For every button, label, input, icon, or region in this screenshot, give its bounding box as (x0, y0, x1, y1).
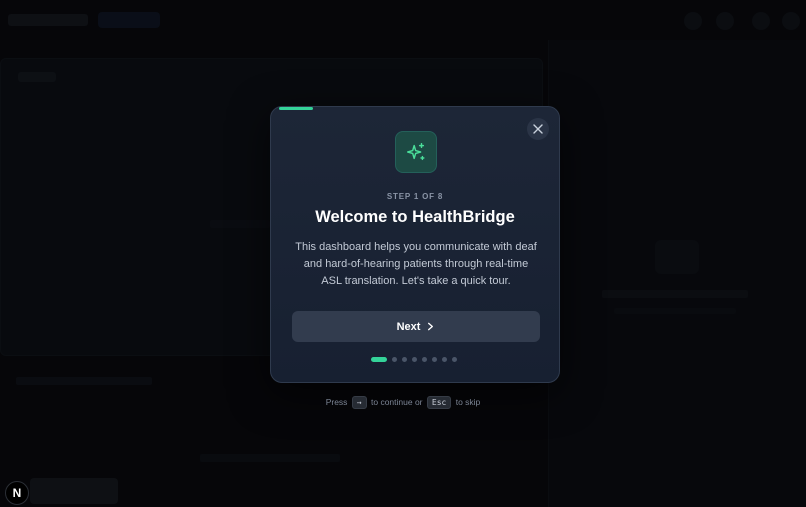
tour-progress-bar (279, 107, 551, 110)
close-icon (533, 124, 543, 134)
tour-title: Welcome to HealthBridge (315, 208, 515, 226)
step-dot[interactable] (452, 356, 457, 362)
step-dot[interactable] (422, 356, 427, 362)
tour-modal: STEP 1 OF 8 Welcome to HealthBridge This… (270, 106, 560, 383)
step-dot-active[interactable] (371, 356, 387, 362)
next-button-label: Next (396, 320, 421, 333)
step-dot[interactable] (442, 356, 447, 362)
chevron-right-icon (428, 322, 434, 331)
hint-press: Press (325, 397, 348, 407)
step-dot[interactable] (402, 356, 407, 362)
feature-icon-badge (395, 131, 437, 173)
hint-continue: to continue or (371, 397, 423, 407)
keyboard-hint: Press → to continue or Esc to skip (0, 396, 806, 409)
esc-key: Esc (426, 396, 452, 409)
step-dots (371, 356, 457, 362)
dev-tools-badge[interactable]: N (5, 481, 29, 505)
step-dot[interactable] (412, 356, 417, 362)
close-button[interactable] (527, 118, 549, 140)
step-dot[interactable] (432, 356, 437, 362)
hint-skip: to skip (455, 397, 481, 407)
sparkles-icon (407, 143, 425, 161)
step-dot[interactable] (392, 356, 397, 362)
step-indicator: STEP 1 OF 8 (386, 192, 444, 201)
arrow-key: → (351, 396, 367, 409)
tour-progress-fill (279, 107, 313, 110)
next-button[interactable]: Next (292, 311, 540, 342)
tour-description: This dashboard helps you communicate wit… (295, 241, 537, 287)
